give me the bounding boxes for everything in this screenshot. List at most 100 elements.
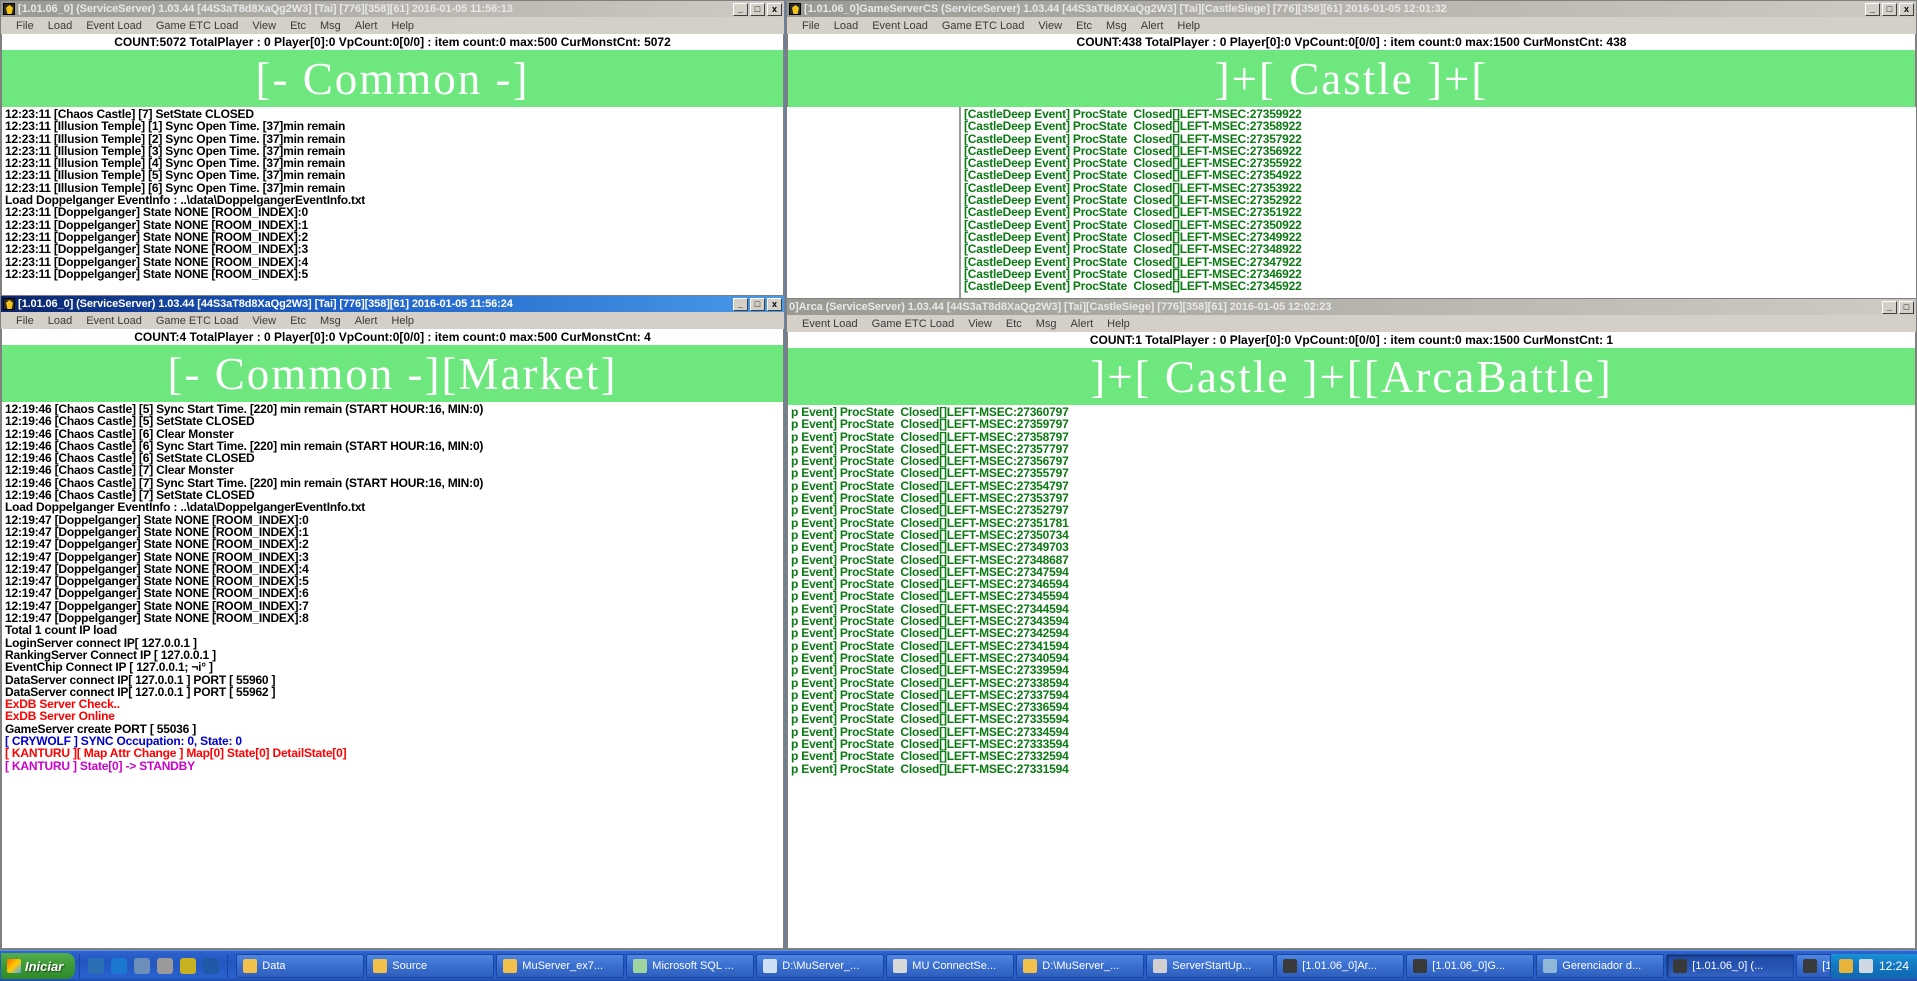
taskbar-task[interactable]: D:\MuServer_... <box>756 954 885 978</box>
titlebar-bottom-right[interactable]: 0]Arca (ServiceServer) 1.03.44 [44S3aT8d… <box>787 299 1916 315</box>
menu-item-game-etc-load[interactable]: Game ETC Load <box>149 19 246 33</box>
menubar-top-left[interactable]: File Load Event Load Game ETC Load View … <box>1 17 784 34</box>
clock[interactable]: 12:24 <box>1879 959 1909 973</box>
taskbar-task[interactable]: D:\MuServer_... <box>1016 954 1145 978</box>
close-button[interactable]: x <box>767 2 782 16</box>
menu-item-event-load[interactable]: Event Load <box>795 317 865 331</box>
menu-item-msg[interactable]: Msg <box>1099 19 1134 33</box>
server-banner-text: [- Common -][Market] <box>167 348 618 399</box>
menubar-top-right[interactable]: File Load Event Load Game ETC Load View … <box>787 17 1916 34</box>
menu-item-alert[interactable]: Alert <box>348 314 385 328</box>
taskbar-task[interactable]: ServerStartUp... <box>1146 954 1275 978</box>
taskbar-task[interactable]: Gerenciador d... <box>1536 954 1665 978</box>
log-line: p Event] ProcState Closed[]LEFT-MSEC:273… <box>791 749 1069 764</box>
menu-item-event-load[interactable]: Event Load <box>79 314 149 328</box>
menu-item-view[interactable]: View <box>961 317 999 331</box>
menubar-bottom-right[interactable]: Event Load Game ETC Load View Etc Msg Al… <box>787 315 1916 332</box>
mu-launcher-icon[interactable] <box>180 958 197 974</box>
minimize-button[interactable]: _ <box>1865 2 1880 16</box>
menu-item-load[interactable]: Load <box>41 314 79 328</box>
titlebar-top-right[interactable]: [1.01.06_0]GameServerCS (ServiceServer) … <box>787 1 1916 17</box>
titlebar-bottom-left[interactable]: [1.01.06_0] (ServiceServer) 1.03.44 [44S… <box>1 296 784 312</box>
menu-item-etc[interactable]: Etc <box>999 317 1029 331</box>
start-button[interactable]: Iniciar <box>1 953 76 979</box>
menu-item-alert[interactable]: Alert <box>348 19 385 33</box>
log-area-top-left[interactable]: 12:23:11 [Chaos Castle] [7] SetState CLO… <box>1 107 784 296</box>
minimize-button[interactable]: _ <box>733 297 748 311</box>
task-list[interactable]: Data Source MuServer_ex7... Microsoft SQL .… <box>232 954 1830 978</box>
system-tray[interactable]: 12:24 <box>1829 954 1917 978</box>
menu-item-view[interactable]: View <box>245 314 283 328</box>
menu-item-load[interactable]: Load <box>41 19 79 33</box>
task-icon <box>1283 959 1298 973</box>
menu-item-file[interactable]: File <box>795 19 827 33</box>
start-button-label: Iniciar <box>25 958 64 974</box>
taskbar-task[interactable]: [1.01.06_0]G... <box>1406 954 1535 978</box>
media-player-icon[interactable] <box>88 958 105 974</box>
menu-item-help[interactable]: Help <box>1100 317 1137 331</box>
window-controls[interactable]: _ □ <box>1882 300 1914 314</box>
unknown-grey-icon[interactable] <box>157 958 174 974</box>
menu-item-alert[interactable]: Alert <box>1134 19 1171 33</box>
window-controls[interactable]: _ □ x <box>733 297 782 311</box>
maximize-button[interactable]: □ <box>750 2 765 16</box>
taskbar[interactable]: Iniciar Data Source MuServer_ex7... Microso… <box>0 950 1917 981</box>
task-label: [1.01.06_0]Ar... <box>1302 960 1377 972</box>
log-line: [CastleDeep Event] ProcState Closed[]LEF… <box>964 119 1302 134</box>
close-button[interactable]: x <box>1899 2 1914 16</box>
maximize-button[interactable]: □ <box>750 297 765 311</box>
log-line: p Event] ProcState Closed[]LEFT-MSEC:273… <box>791 663 1069 678</box>
menu-item-help[interactable]: Help <box>384 314 421 328</box>
menu-item-msg[interactable]: Msg <box>313 19 348 33</box>
menu-item-event-load[interactable]: Event Load <box>865 19 935 33</box>
close-button[interactable]: x <box>767 297 782 311</box>
log-line: [CastleDeep Event] ProcState Closed[]LEF… <box>964 279 1302 294</box>
taskbar-task[interactable]: Data <box>236 954 365 978</box>
menu-item-msg[interactable]: Msg <box>1029 317 1064 331</box>
show-desktop-icon[interactable] <box>134 958 151 974</box>
window-bottom-right[interactable]: 0]Arca (ServiceServer) 1.03.44 [44S3aT8d… <box>786 298 1917 950</box>
menu-item-game-etc-load[interactable]: Game ETC Load <box>935 19 1032 33</box>
menu-item-help[interactable]: Help <box>384 19 421 33</box>
menu-item-help[interactable]: Help <box>1170 19 1207 33</box>
menu-item-game-etc-load[interactable]: Game ETC Load <box>149 314 246 328</box>
taskbar-task[interactable]: [1.01.06_0] (... <box>1666 954 1795 978</box>
log-area-top-right[interactable]: [CastleDeep Event] ProcState Closed[]LEF… <box>961 107 1916 299</box>
window-top-right[interactable]: [1.01.06_0]GameServerCS (ServiceServer) … <box>786 0 1917 300</box>
log-area-bottom-left[interactable]: 12:19:46 [Chaos Castle] [5] Sync Start T… <box>1 402 784 949</box>
globe-icon[interactable] <box>203 958 220 974</box>
quick-launch-bar[interactable] <box>79 954 229 978</box>
menu-item-etc[interactable]: Etc <box>1069 19 1099 33</box>
minimize-button[interactable]: _ <box>1882 300 1897 314</box>
speaker-icon[interactable] <box>1858 959 1873 973</box>
menu-item-etc[interactable]: Etc <box>283 314 313 328</box>
internet-explorer-icon[interactable] <box>111 958 128 974</box>
titlebar-top-left[interactable]: [1.01.06_0] (ServiceServer) 1.03.44 [44S… <box>1 1 784 17</box>
taskbar-task[interactable]: MuServer_ex7... <box>496 954 625 978</box>
menu-item-alert[interactable]: Alert <box>1064 317 1101 331</box>
menu-item-event-load[interactable]: Event Load <box>79 19 149 33</box>
log-area-bottom-right[interactable]: p Event] ProcState Closed[]LEFT-MSEC:273… <box>787 405 1916 949</box>
menu-item-file[interactable]: File <box>9 19 41 33</box>
window-controls[interactable]: _ □ x <box>733 2 782 16</box>
taskbar-task[interactable]: [1.01.06_0]Ar... <box>1276 954 1405 978</box>
menubar-bottom-left[interactable]: File Load Event Load Game ETC Load View … <box>1 312 784 329</box>
minimize-button[interactable]: _ <box>733 2 748 16</box>
menu-item-view[interactable]: View <box>1031 19 1069 33</box>
taskbar-task[interactable]: [1.01.06_0] (... <box>1796 954 1830 978</box>
window-top-left[interactable]: [1.01.06_0] (ServiceServer) 1.03.44 [44S… <box>0 0 785 297</box>
taskbar-task[interactable]: Microsoft SQL ... <box>626 954 755 978</box>
window-controls[interactable]: _ □ x <box>1865 2 1914 16</box>
menu-item-game-etc-load[interactable]: Game ETC Load <box>865 317 962 331</box>
menu-item-view[interactable]: View <box>245 19 283 33</box>
taskbar-task[interactable]: Source <box>366 954 495 978</box>
window-bottom-left[interactable]: [1.01.06_0] (ServiceServer) 1.03.44 [44S… <box>0 295 785 950</box>
menu-item-msg[interactable]: Msg <box>313 314 348 328</box>
maximize-button[interactable]: □ <box>1899 300 1914 314</box>
menu-item-file[interactable]: File <box>9 314 41 328</box>
maximize-button[interactable]: □ <box>1882 2 1897 16</box>
taskbar-task[interactable]: MU ConnectSe... <box>886 954 1015 978</box>
menu-item-load[interactable]: Load <box>827 19 865 33</box>
menu-item-etc[interactable]: Etc <box>283 19 313 33</box>
shield-icon[interactable] <box>1838 959 1853 973</box>
